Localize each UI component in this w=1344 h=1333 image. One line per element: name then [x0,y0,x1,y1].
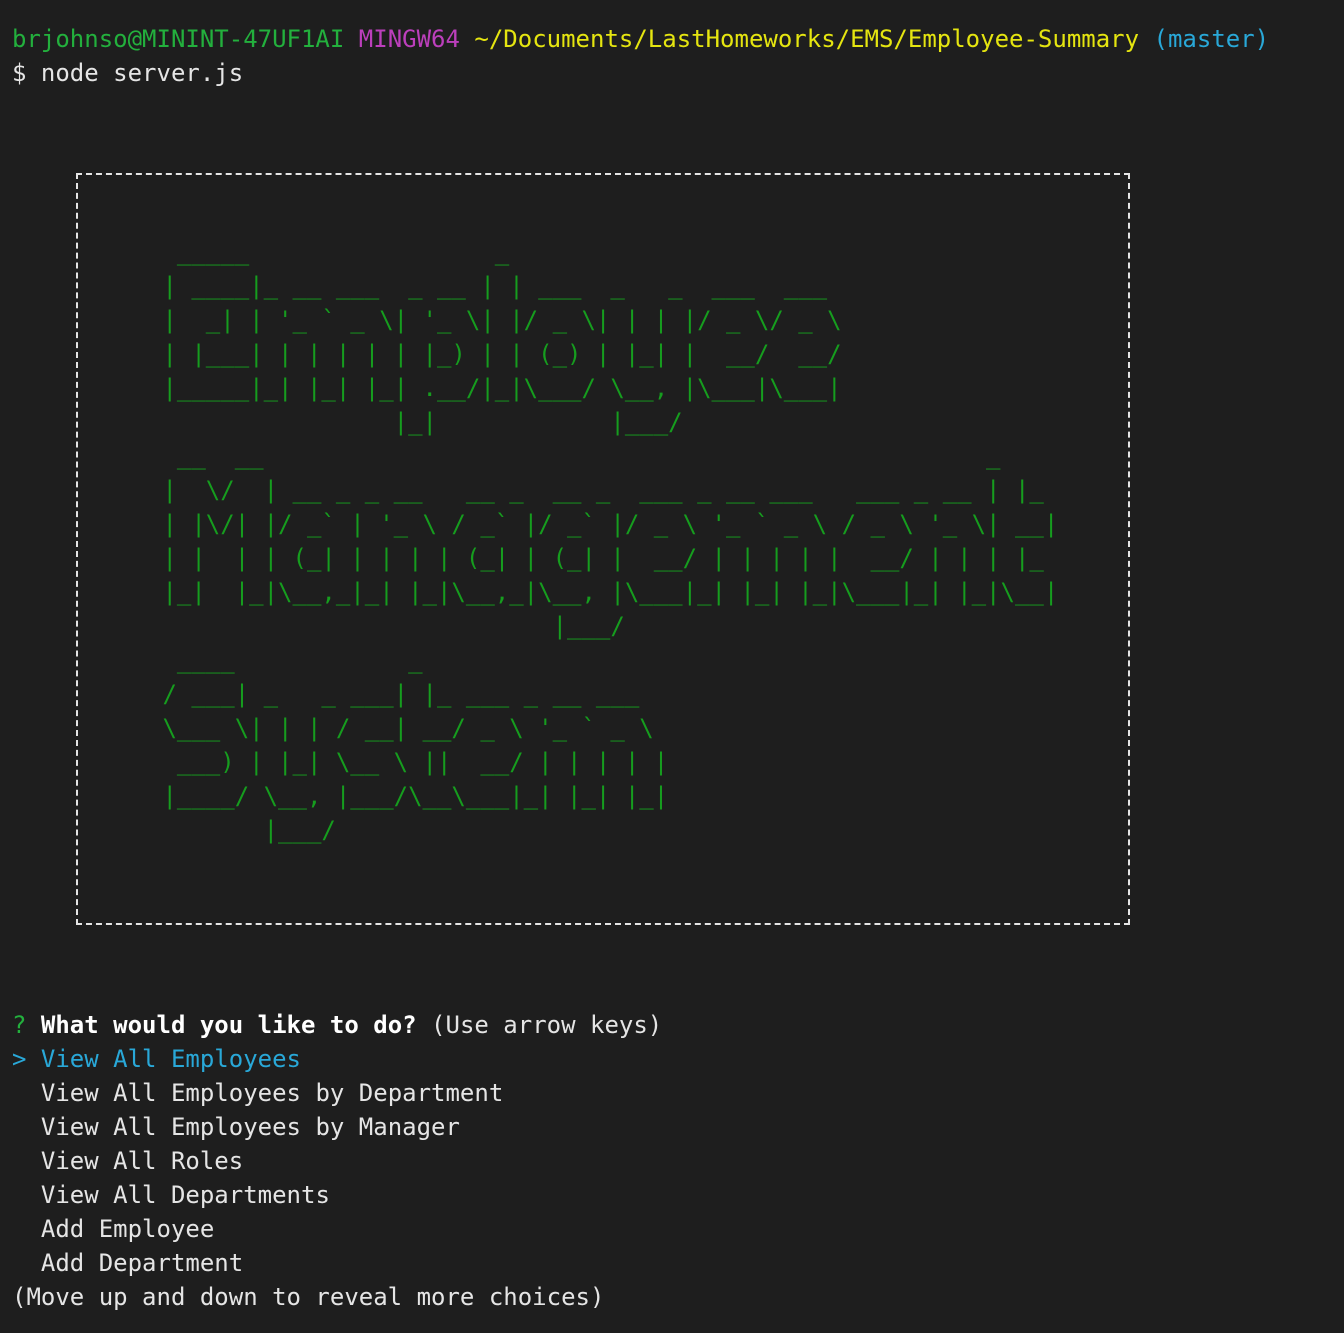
working-directory: ~/Documents/LastHomeworks/EMS/Employee-S… [474,25,1140,53]
menu-choice-label: View All Employees by Department [40,1079,504,1107]
shell-env: MINGW64 [358,25,460,53]
question-hint: (Use arrow keys) [431,1011,663,1039]
ascii-title-art: _____ _ | ____|_ __ ___ _ __ | | ___ _ _… [162,238,1059,844]
shell-prompt-line: brjohnso@MININT-47UF1AI MINGW64 ~/Docume… [12,22,1269,56]
menu-choice-view-all-roles[interactable]: View All Roles [12,1144,243,1178]
user-host: brjohnso@MININT-47UF1AI [12,25,345,53]
menu-footer-hint: (Move up and down to reveal more choices… [12,1283,605,1311]
command-line: $ node server.js [12,56,243,90]
menu-choice-label: Add Employee [40,1215,215,1243]
question-mark-icon: ? [12,1011,27,1039]
pointer-icon: > [12,1045,27,1073]
menu-choice-label: View All Employees [40,1045,301,1073]
menu-choice-add-department[interactable]: Add Department [12,1246,243,1280]
inquirer-question-line: ? What would you like to do? (Use arrow … [12,1008,662,1042]
git-branch: (master) [1153,25,1270,53]
menu-choice-view-employees-by-manager[interactable]: View All Employees by Manager [12,1110,460,1144]
menu-choice-add-employee[interactable]: Add Employee [12,1212,214,1246]
menu-choice-label: View All Employees by Manager [40,1113,460,1141]
command-text: node server.js [40,59,244,87]
menu-choice-view-all-employees[interactable]: > View All Employees [12,1042,301,1076]
menu-choice-view-all-departments[interactable]: View All Departments [12,1178,330,1212]
menu-choice-view-employees-by-department[interactable]: View All Employees by Department [12,1076,503,1110]
menu-choice-label: View All Roles [40,1147,244,1175]
question-text: What would you like to do? [40,1011,417,1039]
prompt-symbol: $ [12,59,27,87]
menu-choice-label: Add Department [40,1249,244,1277]
menu-choice-label: View All Departments [40,1181,330,1209]
title-banner-box: _____ _ | ____|_ __ ___ _ __ | | ___ _ _… [76,173,1130,925]
